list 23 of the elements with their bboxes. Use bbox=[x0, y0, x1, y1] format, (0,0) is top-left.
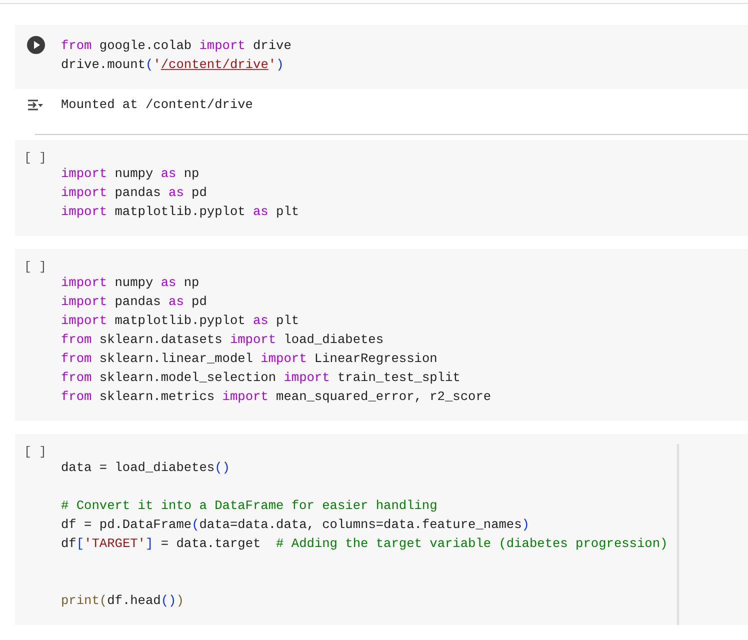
code-line: from sklearn.model_selection import train_test_split bbox=[61, 369, 462, 387]
output-toggle-icon[interactable] bbox=[27, 98, 43, 110]
code-line: import pandas as pd bbox=[61, 184, 208, 202]
code-line: import matplotlib.pyplot as plt bbox=[61, 312, 300, 330]
code-line: import numpy as np bbox=[61, 274, 200, 292]
code-line: df['TARGET'] = data.target # Adding the target variable (diabetes progression) bbox=[61, 535, 668, 553]
code-line: print(df.head()) bbox=[61, 592, 185, 610]
code-line: data = load_diabetes() bbox=[61, 459, 231, 477]
code-line: from sklearn.linear_model import LinearRegression bbox=[61, 350, 438, 368]
run-button[interactable] bbox=[27, 36, 45, 54]
code-line: from sklearn.metrics import mean_squared_error, r2_score bbox=[61, 388, 492, 406]
code-line: import pandas as pd bbox=[61, 293, 208, 311]
output-text: Mounted at /content/drive bbox=[61, 97, 253, 112]
code-line: # Convert it into a DataFrame for easier handling bbox=[61, 497, 438, 515]
code-line: import numpy as np bbox=[61, 165, 200, 183]
execution-count: [ ] bbox=[24, 444, 47, 460]
execution-count: [ ] bbox=[24, 150, 47, 166]
code-line: from sklearn.datasets import load_diabetes bbox=[61, 331, 385, 349]
execution-count: [ ] bbox=[24, 259, 47, 275]
code-line: drive.mount('/content/drive') bbox=[61, 56, 285, 74]
code-line: df = pd.DataFrame(data=data.data, columns=data.feature_names) bbox=[61, 516, 530, 534]
code-line: from google.colab import drive bbox=[61, 37, 292, 55]
code-line: import matplotlib.pyplot as plt bbox=[61, 203, 300, 221]
